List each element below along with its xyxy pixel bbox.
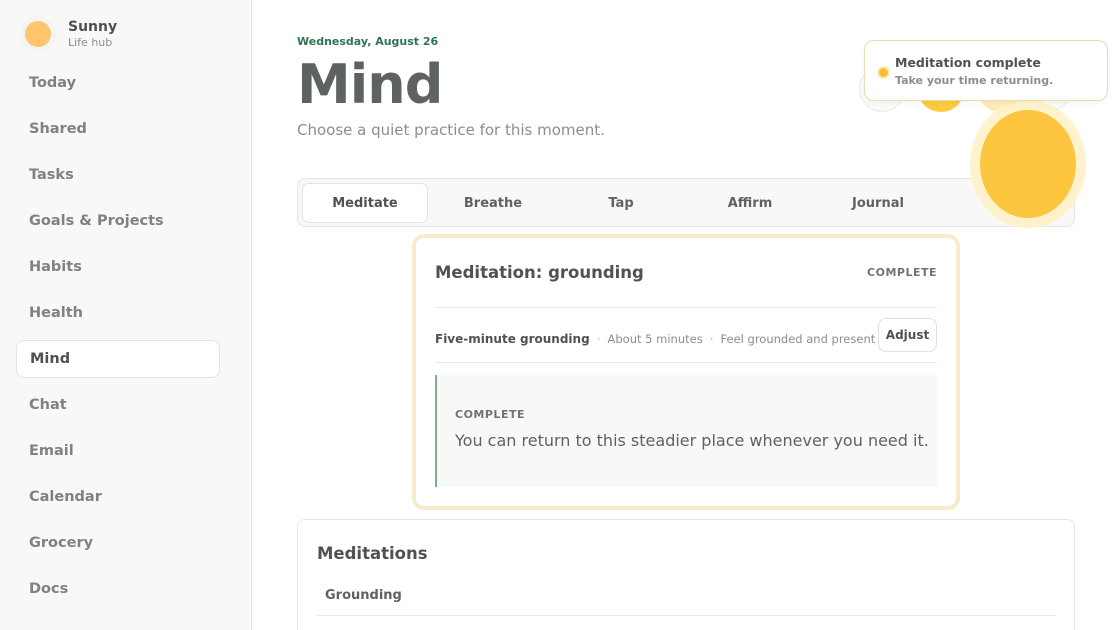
meditation-row-grounding[interactable]: Grounding — [325, 588, 402, 603]
session-title: Meditation: grounding — [435, 263, 644, 282]
sidebar-item-mind[interactable]: Mind — [16, 340, 220, 378]
sidebar-item-shared[interactable]: Shared — [16, 110, 220, 148]
sidebar-item-health[interactable]: Health — [16, 294, 220, 332]
sidebar-item-tasks[interactable]: Tasks — [16, 156, 220, 194]
sidebar-nav: Today Shared Tasks Goals & Projects Habi… — [16, 64, 220, 616]
sidebar-item-chat[interactable]: Chat — [16, 386, 220, 424]
tab-breathe[interactable]: Breathe — [430, 183, 556, 223]
sidebar-item-calendar[interactable]: Calendar — [16, 478, 220, 516]
session-card: Meditation: grounding COMPLETE Five-minu… — [412, 234, 960, 510]
tab-tap[interactable]: Tap — [558, 183, 684, 223]
brand-text: Sunny Life hub — [68, 19, 117, 50]
meta-separator: · — [709, 332, 714, 346]
tab-meditate[interactable]: Meditate — [302, 183, 428, 223]
practice-tabs: Meditate Breathe Tap Affirm Journal — [297, 178, 1075, 227]
sidebar-item-goals-projects[interactable]: Goals & Projects — [16, 202, 220, 240]
sun-dot — [25, 21, 51, 47]
sidebar-item-docs[interactable]: Docs — [16, 570, 220, 608]
sidebar-item-today[interactable]: Today — [16, 64, 220, 102]
session-name: Five-minute grounding — [435, 332, 590, 346]
status-dot-icon — [879, 68, 888, 77]
sun-orb-icon — [980, 110, 1076, 218]
page-subtitle: Choose a quiet practice for this moment. — [297, 121, 605, 139]
completion-callout: COMPLETE You can return to this steadier… — [435, 375, 937, 487]
sidebar: Sunny Life hub Today Shared Tasks Goals … — [0, 0, 252, 630]
sidebar-item-habits[interactable]: Habits — [16, 248, 220, 286]
card-divider-bottom — [435, 362, 937, 363]
completion-toast[interactable]: Meditation complete Take your time retur… — [864, 40, 1108, 101]
session-duration: About 5 minutes — [607, 332, 703, 346]
tab-journal[interactable]: Journal — [815, 183, 941, 223]
sidebar-item-grocery[interactable]: Grocery — [16, 524, 220, 562]
brand[interactable]: Sunny Life hub — [20, 16, 117, 52]
callout-label: COMPLETE — [455, 408, 525, 421]
brand-name: Sunny — [68, 18, 118, 35]
app-window: Sunny Life hub Today Shared Tasks Goals … — [0, 0, 1120, 630]
card-divider-top — [435, 307, 937, 308]
toast-title: Meditation complete — [895, 55, 1041, 70]
brand-subtitle: Life hub — [68, 35, 113, 49]
session-intent: Feel grounded and present — [720, 332, 876, 346]
page-title: Mind — [297, 53, 443, 116]
tab-affirm[interactable]: Affirm — [687, 183, 813, 223]
meta-separator: · — [596, 332, 601, 346]
page-date: Wednesday, August 26 — [297, 35, 439, 48]
meditations-title: Meditations — [317, 544, 428, 563]
session-status-badge: COMPLETE — [867, 266, 937, 279]
callout-message: You can return to this steadier place wh… — [455, 431, 929, 450]
sun-avatar-icon — [20, 16, 56, 52]
meditations-panel: Meditations Grounding — [297, 519, 1075, 630]
sidebar-item-email[interactable]: Email — [16, 432, 220, 470]
adjust-button[interactable]: Adjust — [878, 318, 937, 352]
toast-subtitle: Take your time returning. — [895, 74, 1054, 87]
panel-divider — [317, 615, 1055, 616]
session-meta: Five-minute grounding · About 5 minutes … — [435, 332, 875, 346]
